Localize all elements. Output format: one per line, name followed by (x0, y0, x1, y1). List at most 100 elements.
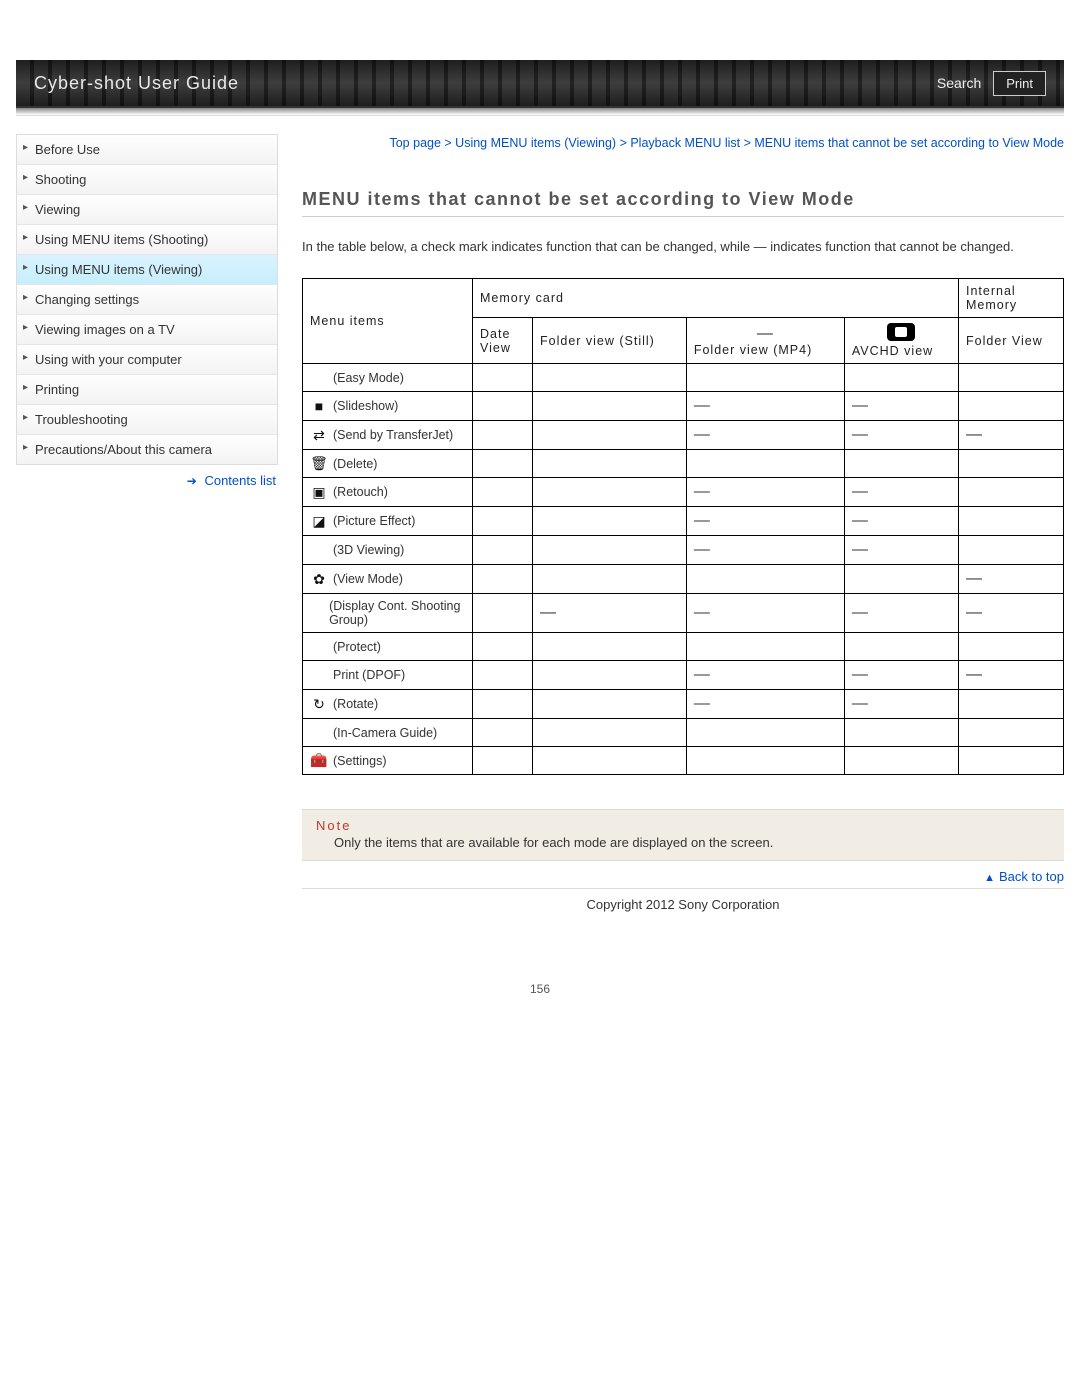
table-cell: — (844, 507, 958, 536)
row-label-cell: ■ (Slideshow) (303, 392, 473, 421)
row-label-cell: ◪(Picture Effect) (303, 507, 473, 536)
th-folder-still: Folder view (Still) (533, 318, 687, 364)
sidebar-item-before-use[interactable]: Before Use (17, 135, 277, 165)
sidebar-item-menu-viewing[interactable]: Using MENU items (Viewing) (17, 255, 277, 285)
sidebar-item-label: Viewing images on a TV (35, 322, 175, 337)
table-cell: — (844, 392, 958, 421)
row-label: (Protect) (333, 640, 381, 654)
row-label: (Rotate) (333, 697, 378, 711)
th-date-view: Date View (473, 318, 533, 364)
table-row: 🧰(Settings) (303, 747, 1064, 775)
table-cell (473, 719, 533, 747)
table-cell (844, 633, 958, 661)
sidebar-item-computer[interactable]: Using with your computer (17, 345, 277, 375)
page-title: MENU items that cannot be set according … (302, 189, 1064, 217)
note-box: Note Only the items that are available f… (302, 809, 1064, 861)
sidebar-item-precautions[interactable]: Precautions/About this camera (17, 435, 277, 464)
row-icon: ⇄ (310, 427, 328, 444)
breadcrumb-part[interactable]: Top page (389, 136, 440, 150)
table-cell (473, 392, 533, 421)
table-row: (Protect) (303, 633, 1064, 661)
table-cell (959, 633, 1064, 661)
table-row: ✿(View Mode)— (303, 565, 1064, 594)
table-cell (686, 633, 844, 661)
sidebar-item-label: Viewing (35, 202, 80, 217)
print-button[interactable]: Print (993, 71, 1046, 96)
sidebar-list: Before Use Shooting Viewing Using MENU i… (16, 134, 278, 465)
row-label: (Easy Mode) (333, 371, 404, 385)
th-avchd: AVCHD view (844, 318, 958, 364)
table-cell (473, 594, 533, 633)
row-label: (Send by TransferJet) (333, 428, 453, 442)
note-title: Note (316, 818, 1050, 833)
row-label-cell: 🗑(Delete) (303, 450, 473, 478)
header-bar: Cyber-shot User Guide Search Print (16, 60, 1064, 108)
search-link[interactable]: Search (937, 75, 981, 91)
table-cell (473, 507, 533, 536)
table-cell (686, 719, 844, 747)
sidebar-item-label: Troubleshooting (35, 412, 128, 427)
row-label-cell: (In-Camera Guide) (303, 719, 473, 747)
table-cell (844, 364, 958, 392)
table-cell (473, 450, 533, 478)
row-label: (View Mode) (333, 572, 403, 586)
table-cell (686, 364, 844, 392)
breadcrumb-current: MENU items that cannot be set according … (754, 136, 1064, 150)
table-cell (959, 392, 1064, 421)
sidebar-item-label: Using MENU items (Shooting) (35, 232, 208, 247)
row-label-cell: ▣ (Retouch) (303, 478, 473, 507)
sidebar-item-menu-shooting[interactable]: Using MENU items (Shooting) (17, 225, 277, 255)
table-cell (959, 450, 1064, 478)
breadcrumb-part[interactable]: Using MENU items (Viewing) (455, 136, 616, 150)
row-icon: 🧰 (310, 752, 328, 769)
row-icon: ▣ (310, 484, 328, 501)
table-cell (686, 565, 844, 594)
row-label-cell: ⇄ (Send by TransferJet) (303, 421, 473, 450)
table-row: ◪(Picture Effect)—— (303, 507, 1064, 536)
sidebar-item-printing[interactable]: Printing (17, 375, 277, 405)
sidebar-item-label: Precautions/About this camera (35, 442, 212, 457)
table-cell: — (844, 661, 958, 690)
sidebar-item-label: Shooting (35, 172, 86, 187)
table-cell: — (686, 421, 844, 450)
th-folder-mp4: — Folder view (MP4) (686, 318, 844, 364)
sidebar-item-troubleshooting[interactable]: Troubleshooting (17, 405, 277, 435)
back-to-top-link[interactable]: Back to top (999, 869, 1064, 884)
table-row: (3D Viewing)—— (303, 536, 1064, 565)
arrow-right-icon: ➔ (187, 474, 197, 488)
contents-list-link[interactable]: Contents list (204, 473, 276, 488)
table-cell: — (686, 661, 844, 690)
breadcrumb-part[interactable]: Playback MENU list (630, 136, 740, 150)
table-cell: — (959, 661, 1064, 690)
table-cell (686, 450, 844, 478)
mp4-header-icon: — (757, 325, 774, 342)
breadcrumb-sep: > (740, 136, 754, 150)
th-memory-card: Memory card (473, 279, 959, 318)
table-cell (533, 747, 687, 775)
table-cell: — (844, 536, 958, 565)
row-label: (Slideshow) (333, 399, 398, 413)
table-cell (473, 565, 533, 594)
row-icon: ■ (310, 398, 328, 414)
table-cell (473, 478, 533, 507)
sidebar-item-label: Printing (35, 382, 79, 397)
table-cell: — (686, 392, 844, 421)
note-body: Only the items that are available for ea… (316, 835, 1050, 850)
row-label: (Display Cont. Shooting Group) (329, 599, 465, 627)
breadcrumb-sep: > (441, 136, 455, 150)
intro-text: In the table below, a check mark indicat… (302, 237, 1064, 257)
table-cell (844, 450, 958, 478)
sidebar-item-changing-settings[interactable]: Changing settings (17, 285, 277, 315)
row-label: (Retouch) (333, 485, 388, 499)
row-label: (Picture Effect) (333, 514, 415, 528)
sidebar-item-shooting[interactable]: Shooting (17, 165, 277, 195)
th-folder-mp4-label: Folder view (MP4) (694, 343, 837, 357)
table-cell (473, 421, 533, 450)
sidebar-item-viewing-tv[interactable]: Viewing images on a TV (17, 315, 277, 345)
table-cell (959, 364, 1064, 392)
table-cell (533, 690, 687, 719)
table-cell (473, 690, 533, 719)
sidebar-item-viewing[interactable]: Viewing (17, 195, 277, 225)
table-row: (In-Camera Guide) (303, 719, 1064, 747)
breadcrumb-sep: > (616, 136, 630, 150)
